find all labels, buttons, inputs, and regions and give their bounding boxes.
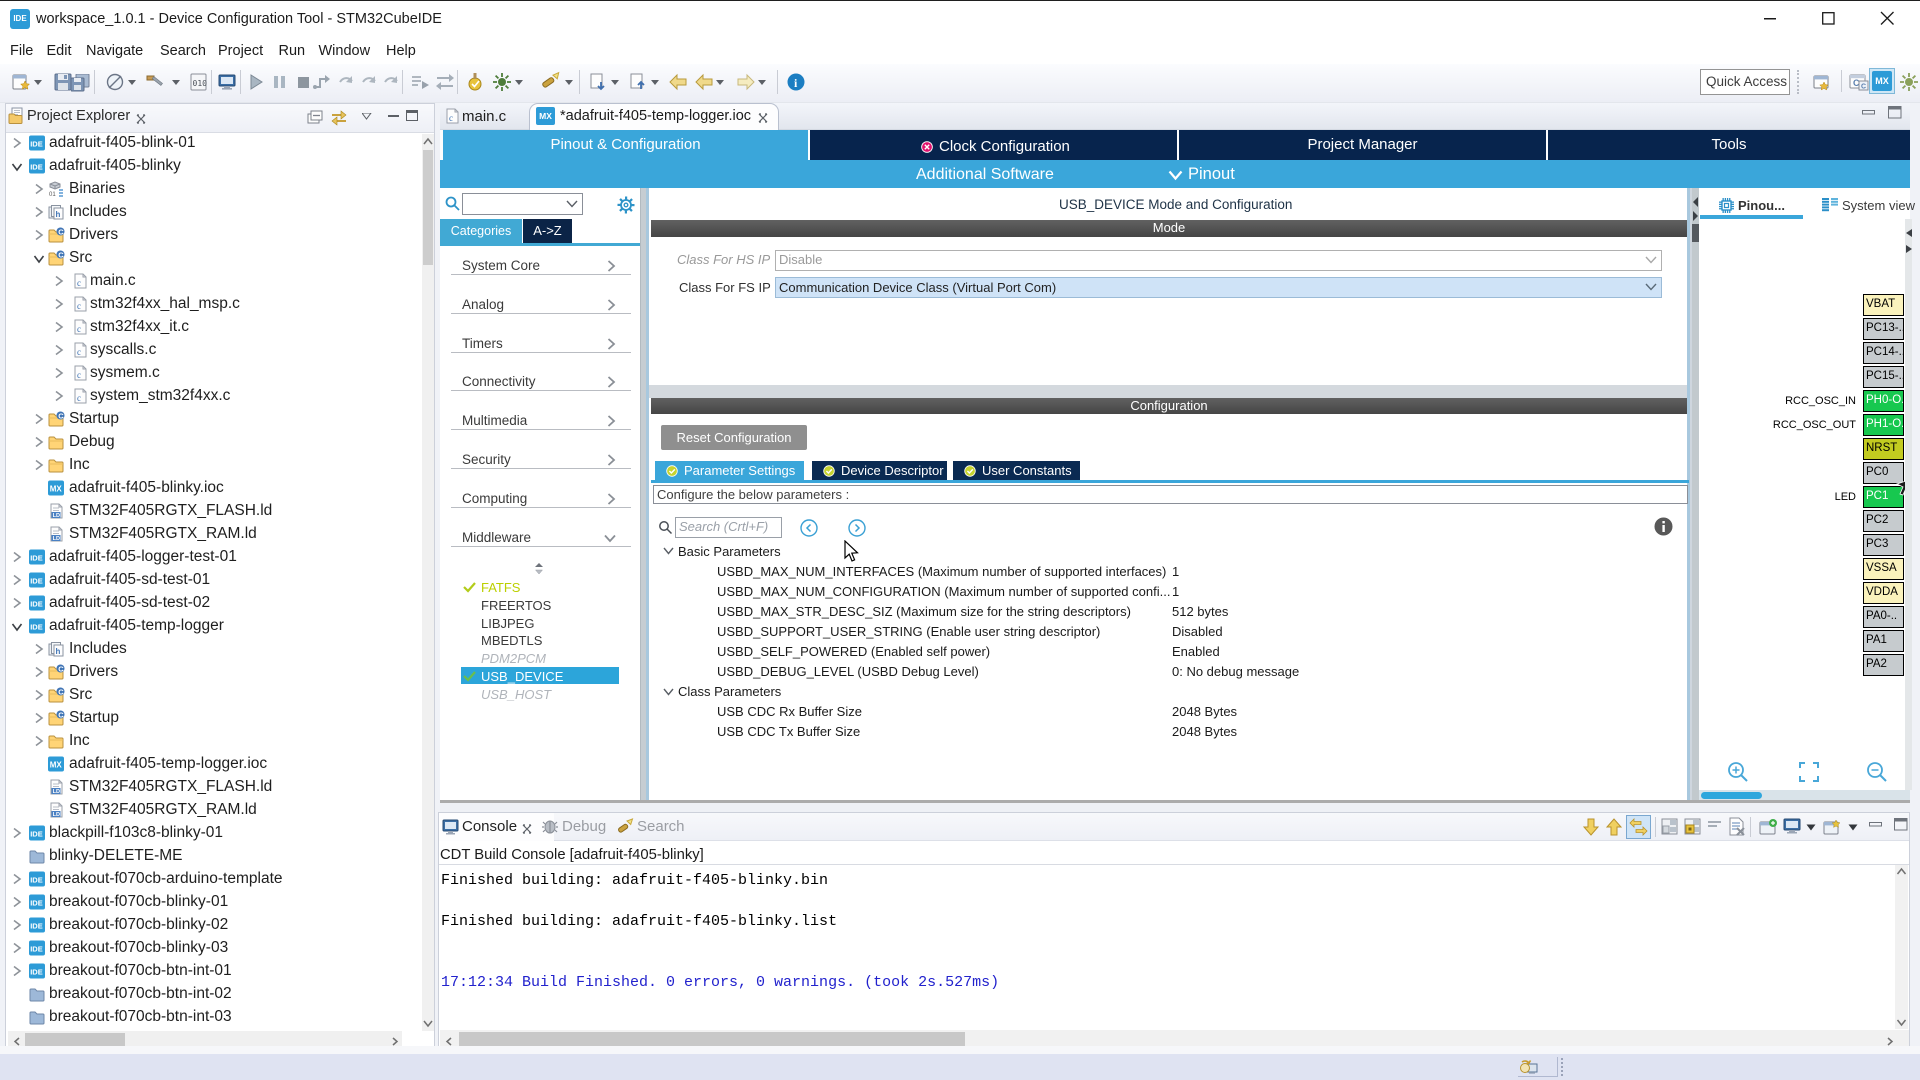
svg-text:IDE: IDE: [30, 922, 43, 931]
svg-text:LD: LD: [53, 812, 60, 818]
svg-text:C: C: [58, 711, 64, 720]
svg-text:IDE: IDE: [30, 968, 43, 977]
svg-text:c: c: [449, 113, 453, 123]
svg-text:LD: LD: [53, 536, 60, 542]
svg-text:IDE: IDE: [30, 945, 43, 954]
svg-text:IDE: IDE: [30, 140, 43, 149]
svg-text:c: c: [77, 278, 81, 288]
svg-text:LD: LD: [53, 789, 60, 795]
svg-text:IDE: IDE: [30, 623, 43, 632]
svg-text:c: c: [77, 370, 81, 380]
svg-text:C: C: [58, 251, 64, 260]
svg-text:IDE: IDE: [30, 577, 43, 586]
svg-text:LD: LD: [53, 513, 60, 519]
svg-text:c: c: [77, 393, 81, 403]
svg-text:h: h: [56, 647, 61, 656]
svg-text:C: C: [58, 228, 64, 237]
svg-text:IDE: IDE: [30, 163, 43, 172]
svg-text:IDE: IDE: [30, 600, 43, 609]
svg-text:010: 010: [193, 79, 208, 88]
svg-text:IDE: IDE: [30, 899, 43, 908]
svg-text:C: C: [58, 665, 64, 674]
svg-text:IDE: IDE: [30, 830, 43, 839]
svg-text:C: C: [1861, 84, 1866, 91]
svg-text:c: c: [77, 301, 81, 311]
svg-text:c: c: [77, 347, 81, 357]
svg-text:C: C: [58, 412, 64, 421]
svg-text:MX: MX: [50, 761, 63, 770]
svg-text:IDE: IDE: [30, 554, 43, 563]
svg-text:MX: MX: [50, 485, 63, 494]
svg-text:IDE: IDE: [30, 876, 43, 885]
svg-text:h: h: [56, 210, 61, 219]
svg-text:C: C: [58, 688, 64, 697]
svg-text:01: 01: [49, 192, 56, 197]
svg-text:c: c: [77, 324, 81, 334]
